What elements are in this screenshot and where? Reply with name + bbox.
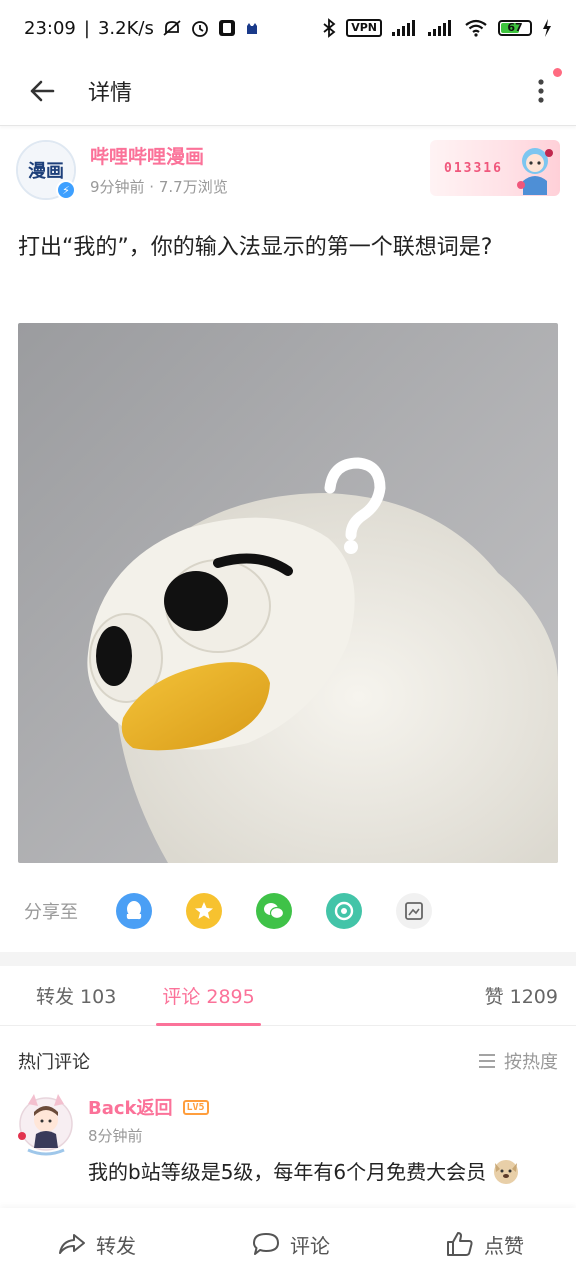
comment-time: 8分钟前 xyxy=(88,1127,143,1145)
avatar-logo-text: 漫画 xyxy=(28,161,64,182)
section-divider xyxy=(0,952,576,966)
bluetooth-icon xyxy=(322,18,336,38)
sort-button[interactable]: 按热度 xyxy=(478,1048,558,1074)
commenter-name[interactable]: Back返回 xyxy=(88,1094,173,1120)
comment-label: 评论 xyxy=(290,1233,330,1258)
share-arrow-icon xyxy=(59,1234,85,1254)
wechat-icon xyxy=(264,903,285,920)
comment-button[interactable]: 评论 xyxy=(252,1208,330,1280)
vpn-badge: VPN xyxy=(346,19,382,37)
wechat-share-button[interactable] xyxy=(256,893,292,929)
dog-emoji-icon xyxy=(494,1159,519,1184)
alarm-icon xyxy=(190,18,210,38)
battery-icon: 67 xyxy=(498,20,532,36)
plush-duck-image xyxy=(18,323,558,863)
more-vertical-icon xyxy=(538,78,544,103)
comment-bubble-icon xyxy=(253,1233,279,1255)
status-divider: | xyxy=(83,17,90,39)
repost-label: 转发 xyxy=(96,1233,136,1258)
hot-comments-title: 热门评论 xyxy=(18,1052,90,1073)
back-button[interactable] xyxy=(14,63,70,119)
signal-icon-2 xyxy=(428,20,454,36)
top-app-bar: 详情 xyxy=(0,56,576,126)
engagement-tabs: 转发 103 评论 2895 赞 1209 xyxy=(0,966,576,1026)
comment-item: Back返回 LV5 8分钟前 我的b站等级是5级，每年有6个月免费大会员 xyxy=(14,1090,562,1200)
verified-icon: ⚡ xyxy=(56,180,76,200)
status-time: 23:09 xyxy=(24,17,76,39)
mute-icon xyxy=(162,18,182,38)
screenshot-share-button[interactable] xyxy=(396,893,432,929)
signal-icon xyxy=(392,20,418,36)
more-options-button[interactable] xyxy=(526,66,562,116)
tab-repost[interactable]: 转发 103 xyxy=(36,966,116,1026)
post-text: 打出“我的”，你的输入法显示的第一个联想词是? xyxy=(18,235,493,260)
fan-badge-number: 013316 xyxy=(444,160,503,176)
author-avatar[interactable]: 漫画 ⚡ xyxy=(16,140,76,200)
comment-text-row: 我的b站等级是5级，每年有6个月免费大会员 xyxy=(88,1156,520,1185)
author-name[interactable]: 哔哩哔哩漫画 xyxy=(90,144,228,170)
battery-level: 67 xyxy=(507,21,523,34)
like-button[interactable]: 点赞 xyxy=(446,1208,524,1280)
share-row: 分享至 xyxy=(24,886,552,936)
app-notification-icon xyxy=(218,19,236,37)
notification-dot xyxy=(553,67,562,77)
page-title: 详情 xyxy=(88,80,133,106)
fan-badge[interactable]: 013316 xyxy=(430,140,560,196)
status-bar: 23:09 | 3.2K/s VPN 67 xyxy=(0,0,576,56)
bottom-action-bar: 转发 评论 点赞 xyxy=(0,1208,576,1280)
moments-share-button[interactable] xyxy=(326,893,362,929)
level-badge: LV5 xyxy=(182,1099,209,1115)
post-header: 漫画 ⚡ 哔哩哔哩漫画 9分钟前 · 7.7万浏览 013316 xyxy=(16,140,560,210)
tab-like[interactable]: 赞 1209 xyxy=(485,966,558,1026)
charging-icon xyxy=(542,19,552,37)
arrow-left-icon xyxy=(30,80,55,101)
repost-button[interactable]: 转发 xyxy=(58,1208,136,1280)
wifi-icon xyxy=(464,19,488,37)
sort-label: 按热度 xyxy=(504,1052,558,1073)
share-label: 分享至 xyxy=(24,902,78,923)
comment-text: 我的b站等级是5级，每年有6个月免费大会员 xyxy=(88,1160,487,1184)
post-image[interactable] xyxy=(18,323,558,863)
hot-comments-header: 热门评论 按热度 xyxy=(18,1044,558,1078)
commenter-avatar-image xyxy=(18,1094,73,1156)
moments-icon xyxy=(334,901,354,921)
screenshot-icon xyxy=(405,902,423,920)
tab-comment[interactable]: 评论 2895 xyxy=(156,966,262,1026)
like-label: 点赞 xyxy=(484,1233,524,1258)
commenter-avatar[interactable] xyxy=(14,1090,76,1160)
qzone-share-button[interactable] xyxy=(186,893,222,929)
cat-notification-icon xyxy=(244,20,260,36)
post-meta: 9分钟前 · 7.7万浏览 xyxy=(90,178,228,196)
sort-list-icon xyxy=(479,1054,495,1068)
status-net-speed: 3.2K/s xyxy=(97,17,154,39)
qzone-icon xyxy=(195,902,213,919)
fan-badge-character-icon xyxy=(516,148,553,195)
thumbs-up-icon xyxy=(447,1232,473,1256)
qq-share-button[interactable] xyxy=(116,893,152,929)
qq-icon xyxy=(126,901,142,920)
